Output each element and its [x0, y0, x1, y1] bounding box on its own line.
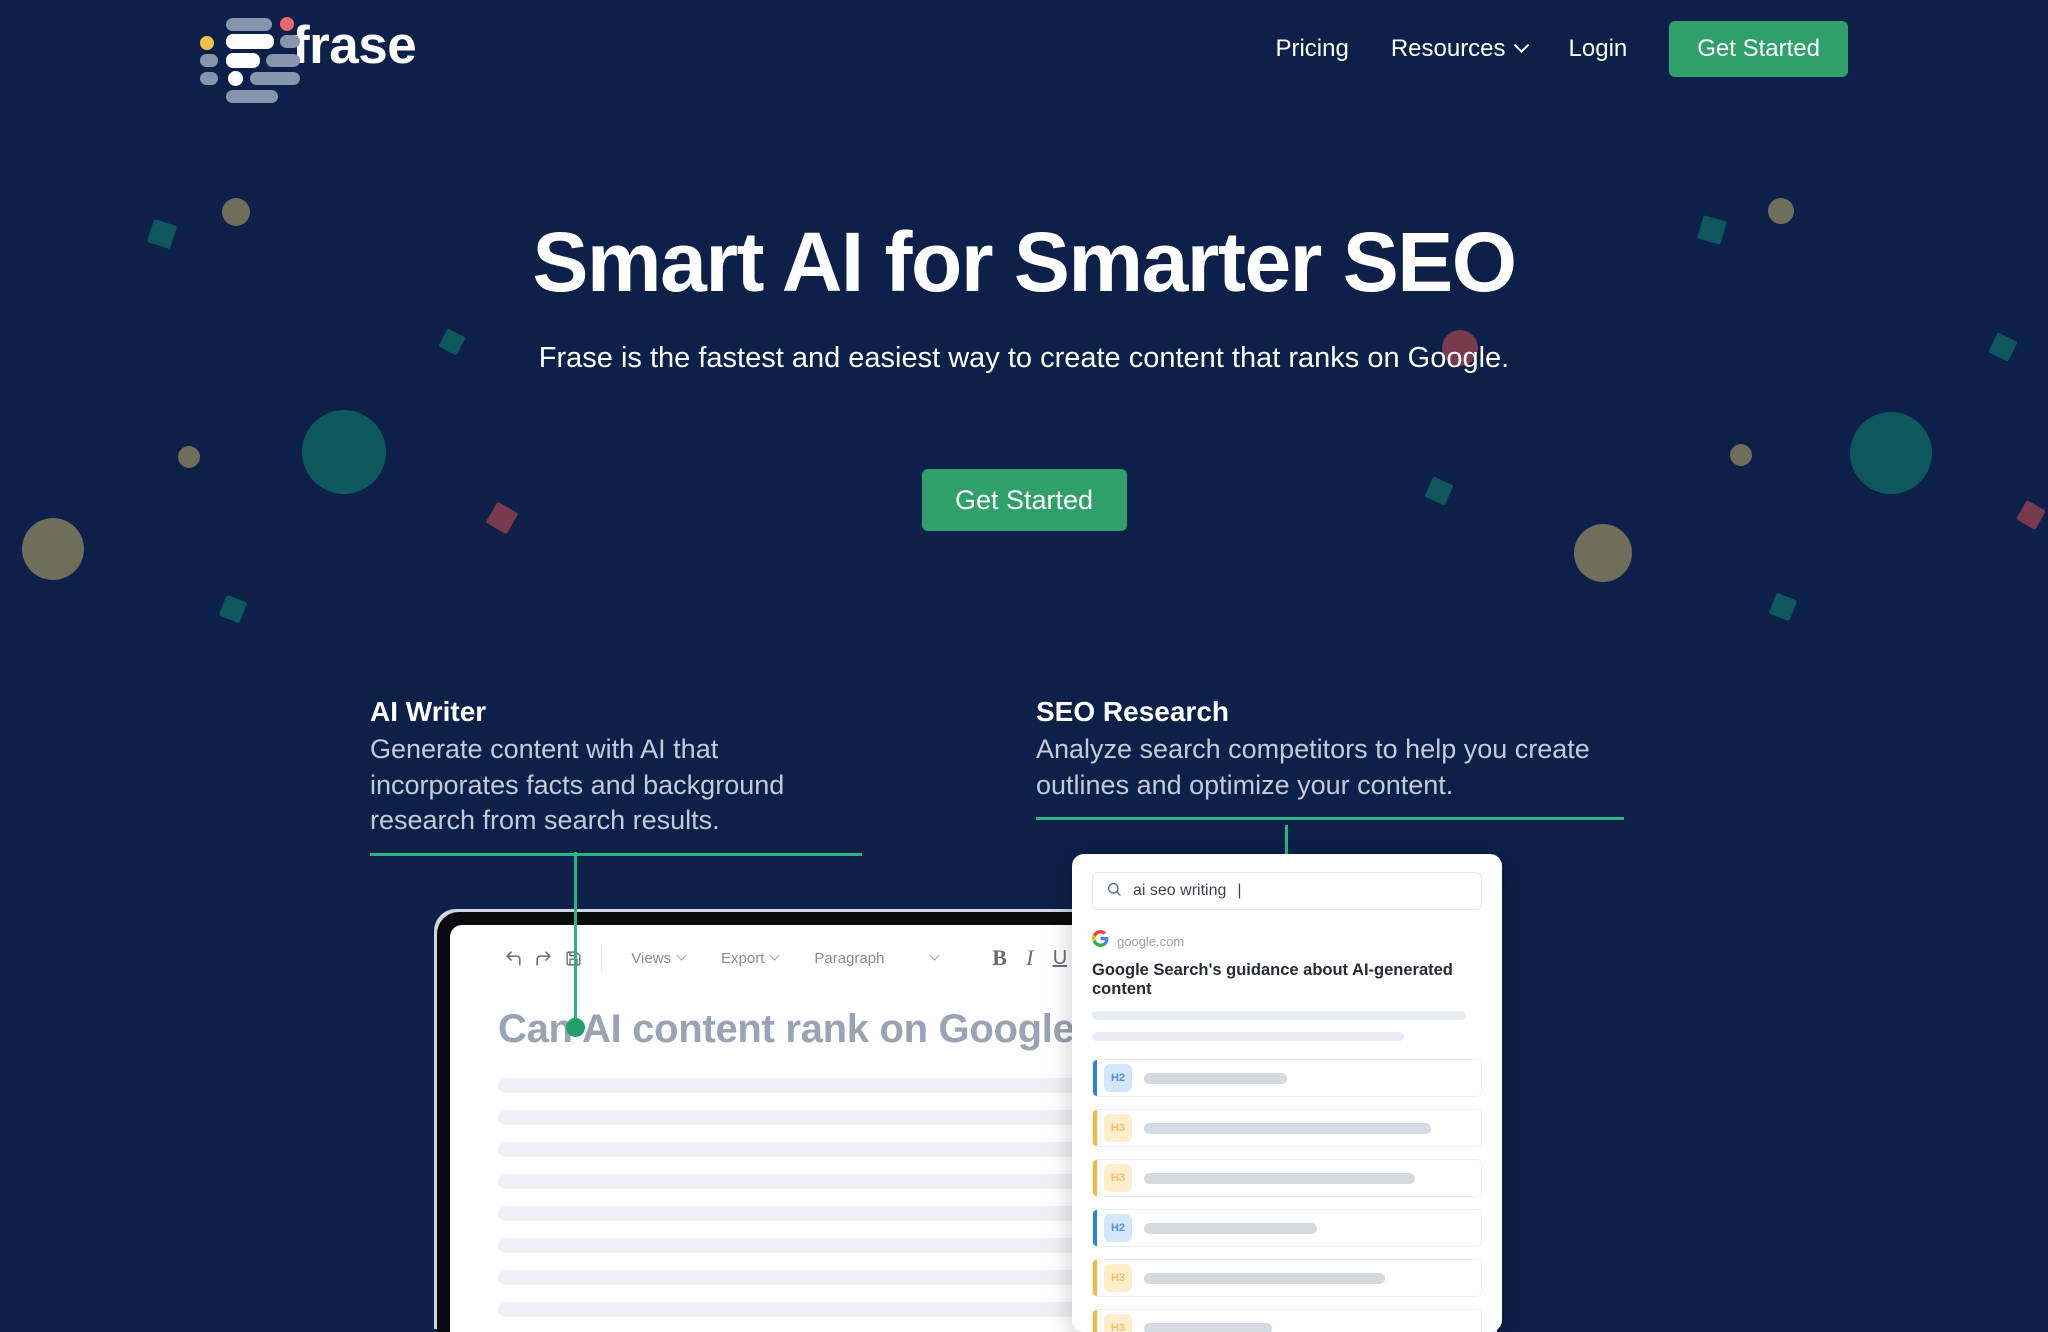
snippet-line: [1092, 1032, 1404, 1041]
callout-ai-writer-title: AI Writer: [370, 696, 487, 727]
callout-seo-research-title: SEO Research: [1036, 696, 1229, 727]
nav-item-login-label: Login: [1568, 35, 1628, 62]
outline-row[interactable]: H2: [1092, 1209, 1482, 1247]
nav-item-pricing-label: Pricing: [1275, 35, 1349, 62]
page-title: Smart AI for Smarter SEO: [532, 215, 1517, 309]
heading-tag-badge: H2: [1104, 1214, 1132, 1242]
connector-dot-ai-writer: [566, 1018, 585, 1037]
snippet-line: [1092, 1011, 1467, 1020]
search-result-domain: google.com: [1117, 933, 1185, 949]
nav-item-login[interactable]: Login: [1569, 35, 1628, 63]
brand-name: frase: [292, 15, 417, 75]
nav-item-resources-label: Resources: [1390, 35, 1506, 62]
heading-tag-badge: H3: [1104, 1164, 1132, 1192]
heading-tag-badge: H3: [1104, 1114, 1132, 1142]
outline-row[interactable]: H3: [1092, 1259, 1482, 1297]
search-input[interactable]: ai seo writing |: [1092, 872, 1482, 910]
nav-item-pricing[interactable]: Pricing: [1275, 35, 1348, 63]
outline-row-bar: [1144, 1222, 1318, 1234]
callout-seo-research: SEO Research Analyze search competitors …: [1036, 696, 1624, 821]
callout-ai-writer: AI Writer Generate content with AI that …: [370, 696, 862, 856]
hero-subtitle: Frase is the fastest and easiest way to …: [538, 342, 1510, 375]
site-header: frase Pricing Resources Login Get Starte…: [0, 0, 2048, 103]
heading-tag-badge: H2: [1104, 1064, 1132, 1092]
outline-row-bar: [1144, 1072, 1288, 1084]
search-icon: [1106, 881, 1122, 902]
search-result[interactable]: google.com Google Search's guidance abou…: [1092, 930, 1482, 1041]
search-result-title: Google Search's guidance about AI-genera…: [1092, 961, 1453, 998]
header-get-started-button[interactable]: Get Started: [1669, 21, 1848, 77]
chevron-down-icon: [1513, 36, 1529, 53]
nav-item-resources[interactable]: Resources: [1390, 35, 1529, 63]
outline-row-bar: [1144, 1322, 1273, 1332]
main-navigation: Pricing Resources Login Get Started: [1275, 14, 1848, 84]
outline-row[interactable]: H3: [1092, 1309, 1482, 1332]
brand-logo-link[interactable]: frase: [200, 14, 417, 103]
callout-seo-research-rule: [1036, 817, 1624, 821]
search-input-value: ai seo writing: [1133, 882, 1227, 899]
seo-research-card: ai seo writing | google.com Google Searc…: [1072, 854, 1502, 1332]
frase-logo-icon: [200, 14, 300, 103]
text-cursor: |: [1237, 882, 1242, 899]
outline-row-bar: [1144, 1122, 1431, 1134]
heading-tag-badge: H3: [1104, 1314, 1132, 1332]
callout-ai-writer-rule: [370, 852, 862, 856]
search-result-source: google.com: [1092, 930, 1482, 952]
google-favicon-icon: [1092, 930, 1109, 952]
outline-rows-list: H2 H3 H3 H2 H3 H3 H2: [1092, 1059, 1482, 1332]
connector-line-ai-writer: [574, 852, 577, 1028]
outline-row-bar: [1144, 1272, 1386, 1284]
callout-ai-writer-description: Generate content with AI that incorporat…: [370, 734, 785, 836]
heading-tag-badge: H3: [1104, 1264, 1132, 1292]
outline-row[interactable]: H3: [1092, 1109, 1482, 1147]
outline-row[interactable]: H2: [1092, 1059, 1482, 1097]
hero-get-started-button[interactable]: Get Started: [921, 469, 1127, 532]
outline-row[interactable]: H3: [1092, 1159, 1482, 1197]
callout-seo-research-description: Analyze search competitors to help you c…: [1036, 734, 1590, 800]
outline-row-bar: [1144, 1172, 1416, 1184]
